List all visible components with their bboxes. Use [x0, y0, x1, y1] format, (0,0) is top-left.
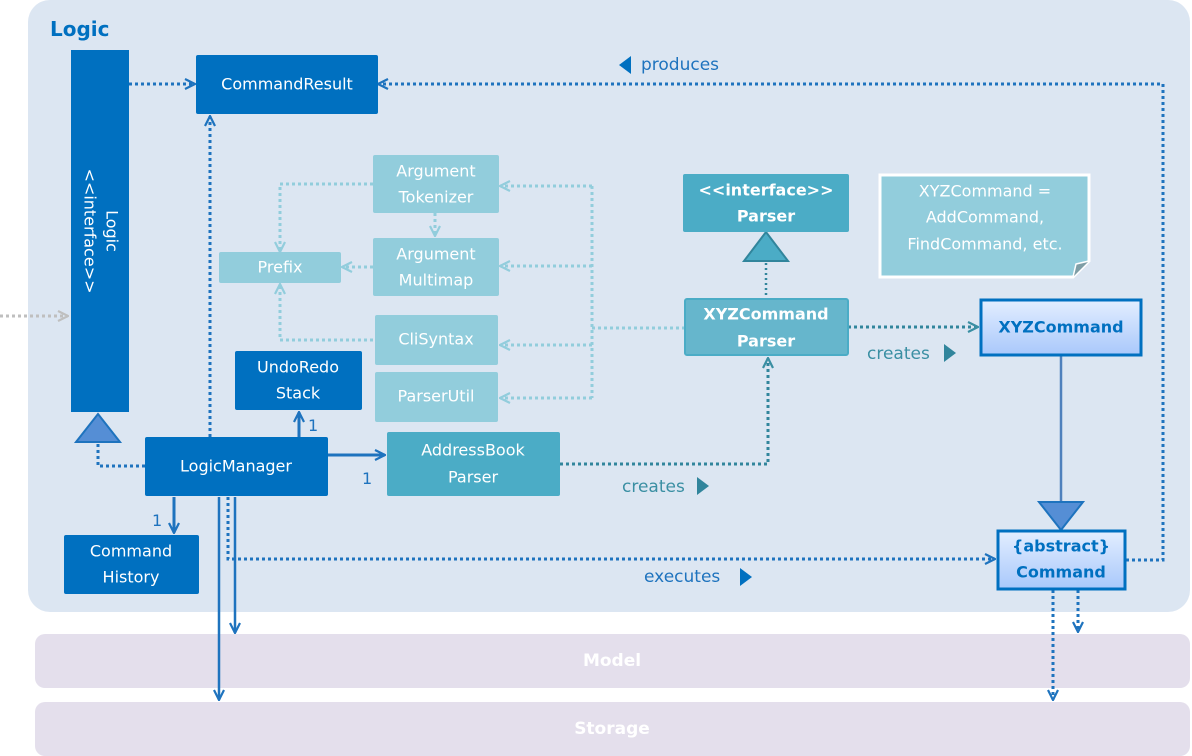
architecture-diagram: Logic Model Storage produces creates cre…	[0, 0, 1190, 756]
argument-multimap-line2: Multimap	[399, 271, 474, 290]
class-xyz-command-parser[interactable]: XYZCommand Parser	[684, 298, 849, 356]
xyz-command-parser-line1: XYZCommand	[703, 305, 828, 324]
xyz-command-name: XYZCommand	[998, 318, 1123, 337]
logic-interface-name: Logic	[103, 210, 122, 252]
class-address-book-parser[interactable]: AddressBook Parser	[387, 432, 560, 496]
abstract-command-stereotype: {abstract}	[1012, 537, 1110, 556]
parser-interface-stereotype: <<interface>>	[699, 181, 834, 200]
class-parser-util[interactable]: ParserUtil	[375, 372, 498, 422]
creates-command-label: creates	[867, 344, 930, 364]
cli-syntax-name: CliSyntax	[398, 330, 473, 349]
note-line2: AddCommand,	[926, 208, 1044, 227]
argument-multimap-line1: Argument	[396, 245, 475, 264]
class-cli-syntax[interactable]: CliSyntax	[375, 315, 498, 365]
address-book-parser-line1: AddressBook	[421, 441, 525, 460]
creates-parser-label: creates	[622, 477, 685, 497]
address-book-parser-line2: Parser	[448, 468, 498, 487]
logic-interface-stereotype: <<interface>>	[81, 169, 100, 294]
undo-redo-line2: Stack	[276, 384, 321, 403]
command-history-line2: History	[103, 568, 160, 587]
addressbookparser-multiplicity: 1	[362, 469, 372, 488]
argument-tokenizer-line1: Argument	[396, 162, 475, 181]
abstract-command-name: Command	[1016, 563, 1106, 582]
parser-util-name: ParserUtil	[398, 387, 475, 406]
xyz-command-parser-line2: Parser	[737, 332, 795, 351]
note-line3: FindCommand, etc.	[907, 235, 1062, 254]
command-result-name: CommandResult	[221, 75, 353, 94]
class-logic-manager[interactable]: LogicManager	[145, 437, 328, 496]
class-logic-interface[interactable]: <<interface>> Logic	[71, 50, 129, 412]
executes-label: executes	[644, 567, 720, 587]
class-xyz-command[interactable]: XYZCommand	[979, 298, 1143, 357]
logic-manager-name: LogicManager	[180, 457, 292, 476]
class-argument-tokenizer[interactable]: Argument Tokenizer	[373, 155, 499, 213]
note-xyz-command: XYZCommand = AddCommand, FindCommand, et…	[878, 173, 1091, 279]
model-layer-label: Model	[583, 651, 641, 671]
undoredo-multiplicity: 1	[308, 416, 318, 435]
class-argument-multimap[interactable]: Argument Multimap	[373, 238, 499, 296]
class-command-result[interactable]: CommandResult	[196, 55, 378, 114]
class-command-history[interactable]: Command History	[64, 535, 199, 594]
argument-tokenizer-line2: Tokenizer	[398, 188, 474, 207]
note-line1: XYZCommand =	[919, 182, 1051, 201]
storage-layer-label: Storage	[574, 719, 650, 739]
class-prefix[interactable]: Prefix	[219, 252, 341, 283]
class-parser-interface[interactable]: <<interface>> Parser	[683, 174, 849, 232]
undo-redo-line1: UndoRedo	[257, 358, 339, 377]
produces-label: produces	[641, 55, 719, 75]
package-title: Logic	[50, 17, 110, 41]
command-history-line1: Command	[90, 542, 172, 561]
parser-interface-name: Parser	[737, 207, 795, 226]
commandhistory-multiplicity: 1	[152, 511, 162, 530]
class-undo-redo-stack[interactable]: UndoRedo Stack	[235, 351, 362, 410]
prefix-name: Prefix	[258, 258, 303, 277]
class-abstract-command[interactable]: {abstract} Command	[996, 529, 1127, 591]
